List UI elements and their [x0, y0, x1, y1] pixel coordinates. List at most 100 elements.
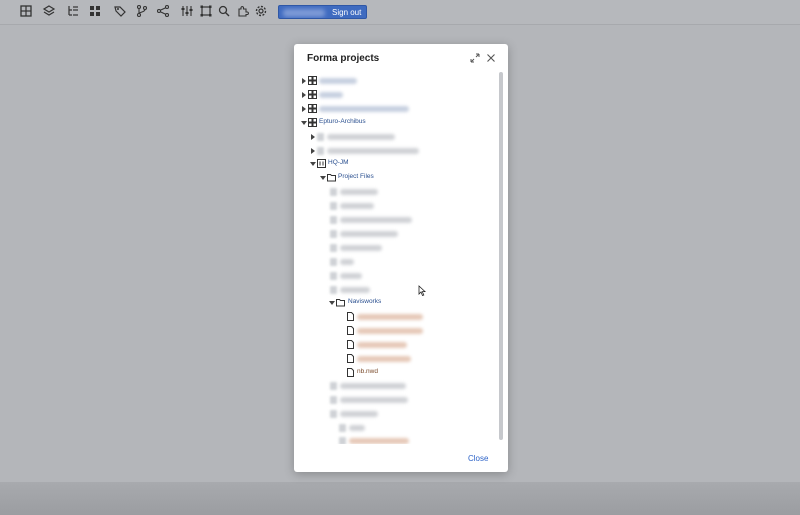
collapse-arrow-icon[interactable]: [329, 301, 335, 305]
redacted-icon: [330, 382, 337, 390]
redacted-icon: [339, 437, 346, 444]
redacted-icon: [339, 424, 346, 432]
redacted-name: [340, 397, 408, 403]
tree-item[interactable]: [294, 186, 494, 198]
redacted-icon: [330, 286, 337, 294]
tree-item-label: Epturo-Archibus: [319, 118, 366, 125]
collapse-arrow-icon[interactable]: [320, 176, 326, 180]
expand-arrow-icon[interactable]: [302, 78, 306, 84]
tree-item[interactable]: [294, 408, 494, 420]
forma-projects-dialog: Forma projects Epturo-Archibus HQ-JM Pro…: [294, 44, 508, 472]
redacted-name: [349, 425, 365, 431]
frame-icon[interactable]: [199, 4, 213, 18]
grid-icon[interactable]: [19, 4, 33, 18]
redacted-name: [340, 287, 370, 293]
tree-item-project-files[interactable]: Project Files: [294, 172, 494, 184]
tree-item-file[interactable]: [294, 353, 494, 365]
redacted-icon: [330, 202, 337, 210]
folder-icon: [336, 298, 345, 307]
redacted-icon: [330, 188, 337, 196]
tree-item[interactable]: [294, 228, 494, 240]
tree-item[interactable]: [294, 394, 494, 406]
gear-icon[interactable]: [254, 4, 268, 18]
redacted-name: [340, 189, 378, 195]
layers-icon[interactable]: [42, 4, 56, 18]
tree-item-file[interactable]: [294, 325, 494, 337]
redacted-icon: [330, 230, 337, 238]
collapse-arrow-icon[interactable]: [310, 162, 316, 166]
redacted-name: [357, 328, 423, 334]
tree-item[interactable]: [294, 89, 494, 101]
file-icon: [346, 312, 355, 321]
tree-item[interactable]: [294, 214, 494, 226]
tree-item[interactable]: [294, 422, 494, 434]
redacted-name: [340, 245, 382, 251]
tree-item-label: Navisworks: [348, 298, 382, 305]
redacted-name: [357, 356, 411, 362]
redacted-name: [319, 92, 343, 98]
tree-item[interactable]: [294, 242, 494, 254]
tree-item[interactable]: [294, 284, 494, 296]
tree-item-hq-jm[interactable]: HQ-JM: [294, 158, 494, 170]
tree-item[interactable]: [294, 75, 494, 87]
tree-item[interactable]: [294, 256, 494, 268]
share-icon[interactable]: [156, 4, 170, 18]
tree-item-navisworks[interactable]: Navisworks: [294, 297, 494, 309]
tag-icon[interactable]: [113, 4, 127, 18]
file-label: nb.nwd: [357, 368, 378, 375]
apps-icon[interactable]: [88, 4, 102, 18]
tree-item[interactable]: [294, 131, 494, 143]
search-icon[interactable]: [217, 4, 231, 18]
expand-arrow-icon[interactable]: [311, 148, 315, 154]
redacted-name: [327, 134, 395, 140]
tree-item[interactable]: [294, 200, 494, 212]
file-icon: [346, 326, 355, 335]
branch-icon[interactable]: [135, 4, 149, 18]
tree-item-file-nb-nwd[interactable]: nb.nwd: [294, 367, 494, 379]
tree-scrollbar[interactable]: [499, 72, 503, 440]
expand-arrow-icon[interactable]: [302, 92, 306, 98]
redacted-icon: [317, 147, 324, 155]
hub-icon: [308, 118, 317, 127]
tree-list-icon[interactable]: [66, 4, 80, 18]
tree-item[interactable]: [294, 435, 494, 444]
expand-arrow-icon[interactable]: [302, 106, 306, 112]
file-icon: [346, 340, 355, 349]
redacted-name: [340, 259, 354, 265]
project-icon: [317, 159, 326, 168]
redacted-name: [357, 314, 423, 320]
redacted-icon: [330, 244, 337, 252]
hub-icon: [308, 76, 317, 85]
close-button[interactable]: Close: [468, 454, 488, 463]
collapse-arrow-icon[interactable]: [301, 121, 307, 125]
file-icon: [346, 368, 355, 377]
project-tree: Epturo-Archibus HQ-JM Project Files Navi…: [294, 44, 508, 444]
redacted-name: [357, 342, 407, 348]
puzzle-icon[interactable]: [236, 4, 250, 18]
hub-icon: [308, 104, 317, 113]
tree-item-label: Project Files: [338, 173, 374, 180]
redacted-icon: [330, 216, 337, 224]
expand-arrow-icon[interactable]: [311, 134, 315, 140]
redacted-icon: [330, 410, 337, 418]
mouse-cursor-icon: [418, 285, 426, 297]
sliders-icon[interactable]: [180, 4, 194, 18]
tree-item[interactable]: [294, 103, 494, 115]
tree-item[interactable]: [294, 380, 494, 392]
tree-item-epturo-archibus[interactable]: Epturo-Archibus: [294, 117, 494, 129]
tree-item-file[interactable]: [294, 311, 494, 323]
redacted-name: [349, 438, 409, 444]
tree-item-file[interactable]: [294, 339, 494, 351]
redacted-icon: [330, 258, 337, 266]
hub-icon: [308, 90, 317, 99]
redacted-name: [340, 273, 362, 279]
tree-item[interactable]: [294, 145, 494, 157]
redacted-name: [319, 78, 357, 84]
sign-out-button[interactable]: Sign out: [278, 5, 367, 19]
redacted-name: [340, 411, 378, 417]
redacted-icon: [317, 133, 324, 141]
user-name-redacted: [283, 9, 325, 17]
top-toolbar: Sign out: [0, 0, 800, 25]
tree-item[interactable]: [294, 270, 494, 282]
redacted-name: [319, 106, 409, 112]
